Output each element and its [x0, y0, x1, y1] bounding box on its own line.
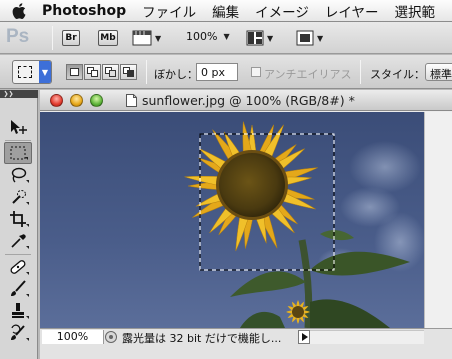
- bridge-label: Br: [65, 33, 77, 43]
- intersect-selection-button[interactable]: [120, 64, 137, 80]
- menu-layer[interactable]: レイヤー: [317, 1, 387, 21]
- tools-panel-grip[interactable]: [0, 90, 38, 98]
- chevron-down-icon: ▼: [39, 61, 51, 83]
- menu-file[interactable]: ファイル: [134, 1, 204, 21]
- feather-label: ぼかし：: [154, 68, 198, 81]
- crop-tool-icon: [10, 211, 26, 227]
- zoom-window-button[interactable]: [90, 94, 103, 107]
- collapse-panel-icon: [4, 90, 13, 98]
- screen-mode-icon: [296, 30, 314, 46]
- brush-icon: [11, 280, 26, 296]
- style-select[interactable]: 標準: [425, 63, 452, 81]
- mini-bridge-button[interactable]: Mb: [98, 30, 118, 46]
- menu-edit[interactable]: 編集: [204, 1, 247, 21]
- document-title-bar[interactable]: sunflower.jpg @ 100% (RGB/8#) *: [40, 90, 452, 111]
- document-icon: [126, 94, 137, 107]
- minimize-window-button[interactable]: [70, 94, 83, 107]
- status-message: 露光量は 32 bit だけで機能し...: [122, 332, 282, 344]
- anti-alias-label: アンチエイリアス: [264, 68, 352, 81]
- view-extras-button[interactable]: ▼: [132, 28, 166, 48]
- move-tool[interactable]: [4, 116, 32, 138]
- lasso-tool-icon: [11, 167, 27, 183]
- ps-logo: Ps: [6, 26, 30, 47]
- quick-selection-icon: [12, 190, 26, 204]
- close-window-button[interactable]: [50, 94, 63, 107]
- application-bar: Ps Br Mb ▼ 100% ▼ ▼ ▼: [0, 22, 452, 54]
- arrange-documents-button[interactable]: ▼: [246, 28, 280, 48]
- crop-tool[interactable]: [4, 208, 32, 230]
- subtract-from-selection-button[interactable]: [102, 64, 119, 80]
- spot-healing-brush-tool[interactable]: [4, 256, 32, 278]
- eyedropper-tool[interactable]: [4, 230, 32, 252]
- status-bar: 100% 露光量は 32 bit だけで機能し...: [40, 328, 452, 359]
- rectangular-marquee-tool[interactable]: [4, 142, 32, 164]
- bridge-button[interactable]: Br: [62, 30, 80, 46]
- chevron-down-icon: ▼: [317, 33, 324, 43]
- arrange-documents-icon: [246, 30, 264, 46]
- anti-alias-checkbox[interactable]: [251, 67, 261, 77]
- brush-tool[interactable]: [4, 278, 32, 300]
- chevron-down-icon: ▼: [223, 32, 230, 41]
- options-bar: ▼ ぼかし： 0 px アンチエイリアス スタイル： 標準: [0, 55, 452, 89]
- view-extras-icon: [132, 30, 152, 46]
- move-tool-icon: [11, 120, 27, 134]
- app-name-menu[interactable]: Photoshop: [38, 3, 134, 19]
- healing-brush-icon: [10, 260, 26, 274]
- image-canvas[interactable]: [40, 112, 424, 328]
- menu-image[interactable]: イメージ: [247, 1, 317, 21]
- options-divider: [146, 60, 147, 84]
- horizontal-scrollbar[interactable]: [310, 330, 424, 344]
- tool-preset-picker[interactable]: ▼: [12, 60, 52, 84]
- menu-bar: Photoshop ファイル 編集 イメージ レイヤー 選択範: [0, 0, 452, 22]
- document-window: sunflower.jpg @ 100% (RGB/8#) * 100% 露光量…: [40, 90, 452, 359]
- feather-input[interactable]: 0 px: [196, 63, 238, 81]
- apple-menu-icon[interactable]: [0, 0, 38, 21]
- clone-stamp-tool[interactable]: [4, 300, 32, 322]
- style-label: スタイル：: [370, 68, 425, 81]
- appbar-divider: [52, 26, 53, 50]
- new-selection-button[interactable]: [66, 64, 83, 80]
- status-menu-arrow[interactable]: [298, 330, 310, 344]
- eyedropper-icon: [11, 234, 26, 248]
- menu-select[interactable]: 選択範: [386, 1, 443, 21]
- marquee-icon: [18, 66, 32, 78]
- tools-panel: [0, 98, 38, 359]
- screen-mode-button[interactable]: ▼: [296, 28, 330, 48]
- zoom-level-dropdown[interactable]: 100% ▼: [186, 30, 230, 43]
- clone-stamp-icon: [12, 303, 24, 318]
- chevron-down-icon: ▼: [155, 33, 162, 43]
- zoom-field[interactable]: 100%: [42, 330, 104, 344]
- status-info-icon[interactable]: [104, 330, 118, 344]
- sunflower-image: [40, 112, 424, 328]
- zoom-level-label: 100%: [186, 30, 218, 43]
- history-brush-icon: [11, 324, 25, 340]
- chevron-down-icon: ▼: [267, 33, 274, 43]
- mini-bridge-label: Mb: [100, 33, 116, 43]
- vertical-scrollbar[interactable]: [424, 112, 452, 328]
- options-divider: [360, 60, 361, 84]
- lasso-tool[interactable]: [4, 164, 32, 186]
- document-title: sunflower.jpg @ 100% (RGB/8#) *: [142, 93, 355, 108]
- add-to-selection-button[interactable]: [84, 64, 101, 80]
- quick-selection-tool[interactable]: [4, 186, 32, 208]
- history-brush-tool[interactable]: [4, 322, 32, 344]
